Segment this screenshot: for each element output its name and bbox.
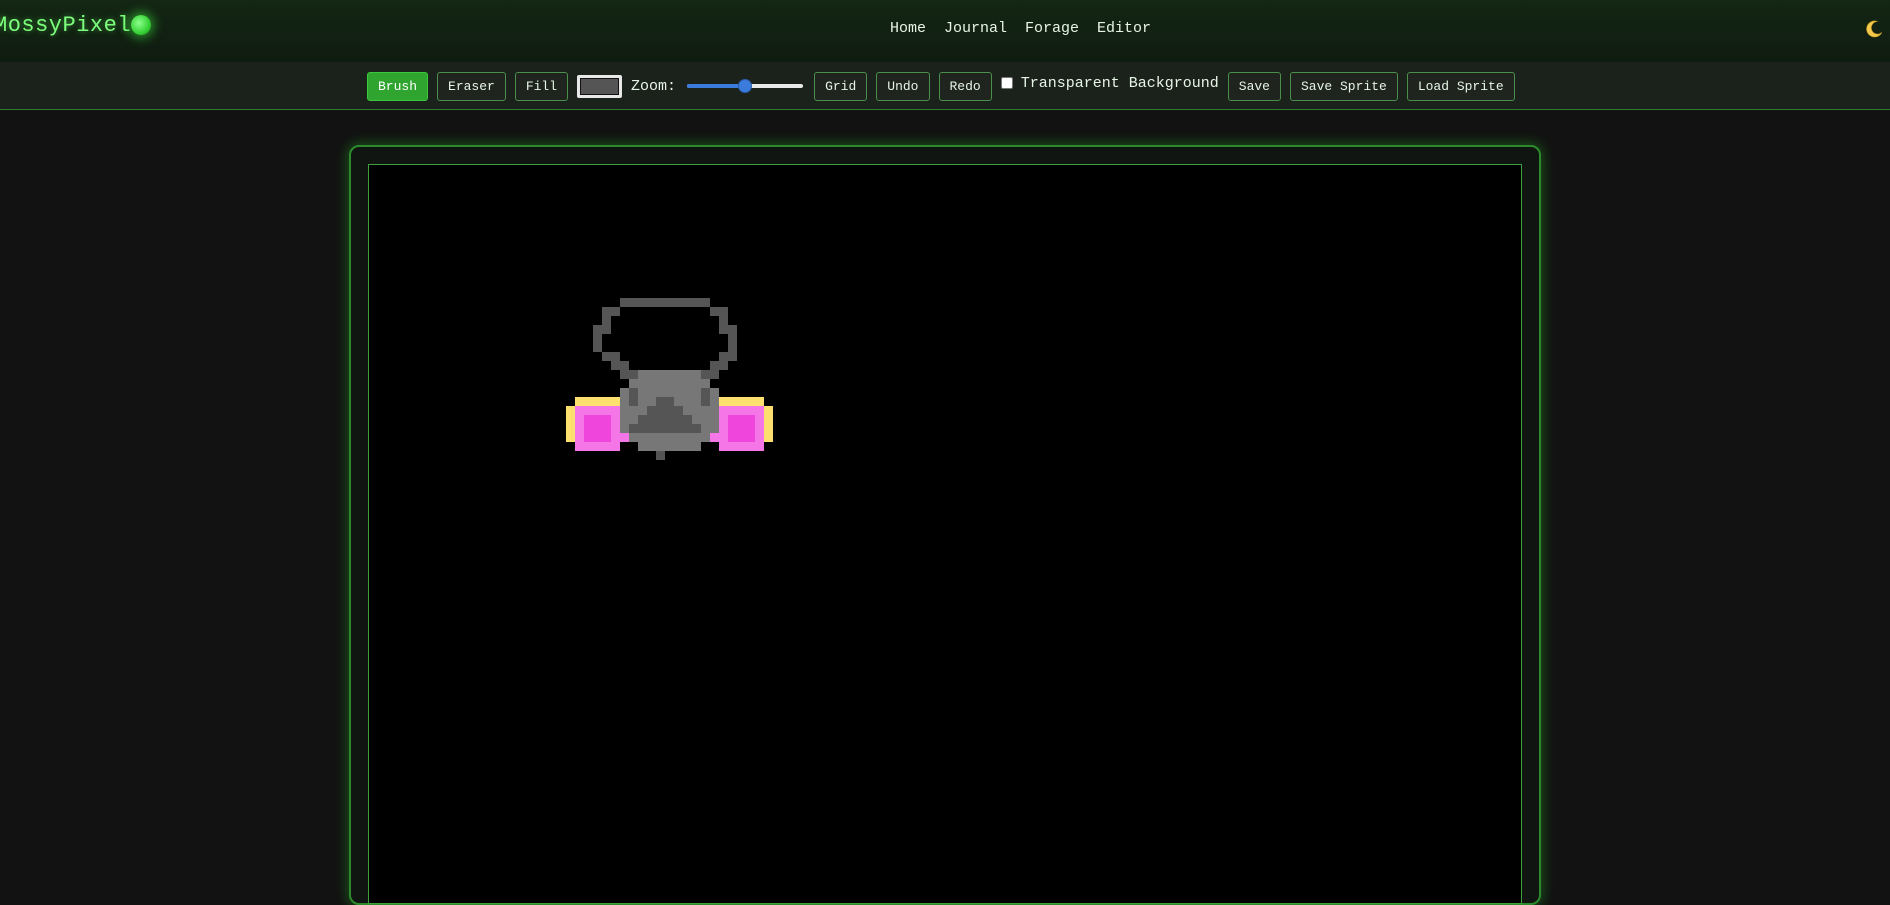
- sprite-pixel: [701, 388, 710, 406]
- app-logo[interactable]: MossyPixel: [0, 13, 131, 38]
- zoom-slider[interactable]: [687, 76, 804, 96]
- gas-mask-sprite: [566, 298, 773, 460]
- sprite-pixel: [719, 325, 737, 334]
- sprite-pixel: [620, 370, 638, 379]
- sprite-pixel: [710, 307, 728, 316]
- transparent-background-option[interactable]: Transparent Background: [1000, 74, 1219, 92]
- sprite-pixel: [710, 433, 719, 442]
- drawing-canvas[interactable]: [368, 164, 1522, 904]
- sprite-pixel: [620, 298, 710, 307]
- sprite-pixel: [764, 406, 773, 442]
- sprite-pixel: [602, 352, 620, 361]
- sprite-pixel: [620, 433, 629, 442]
- editor-toolbar: Brush Eraser Fill Zoom: Grid Undo Redo T…: [0, 62, 1890, 110]
- sprite-pixel: [602, 307, 620, 316]
- sprite-pixel: [647, 406, 683, 415]
- nav-forage-link[interactable]: Forage: [1025, 20, 1079, 37]
- sprite-pixel: [584, 415, 611, 442]
- sprite-pixel: [701, 370, 719, 379]
- sprite-pixel: [638, 415, 692, 424]
- sprite-pixel: [629, 379, 710, 388]
- brush-button[interactable]: Brush: [367, 71, 429, 101]
- sprite-pixel: [728, 334, 737, 352]
- nav-home-link[interactable]: Home: [890, 20, 926, 37]
- sprite-pixel: [728, 415, 755, 442]
- color-picker[interactable]: [577, 74, 623, 98]
- sprite-pixel: [719, 397, 764, 406]
- transparent-background-checkbox[interactable]: [1000, 77, 1013, 89]
- moon-icon[interactable]: [1864, 19, 1884, 39]
- sprite-pixel: [656, 397, 674, 406]
- sprite-pixel: [710, 361, 728, 370]
- sprite-pixel: [629, 424, 701, 433]
- main-nav: Home Journal Forage Editor: [890, 20, 1151, 37]
- sprite-pixel: [638, 442, 701, 451]
- sprite-pixel: [638, 370, 701, 379]
- save-sprite-button[interactable]: Save Sprite: [1289, 71, 1398, 101]
- sprite-pixel: [593, 325, 611, 334]
- save-button[interactable]: Save: [1227, 71, 1281, 101]
- sprite-pixel: [629, 388, 638, 406]
- sprite-pixel: [575, 397, 620, 406]
- eraser-button[interactable]: Eraser: [437, 71, 506, 101]
- zoom-label: Zoom:: [631, 77, 677, 95]
- sprite-pixel: [602, 316, 611, 325]
- grid-button[interactable]: Grid: [814, 71, 868, 101]
- nav-editor-link[interactable]: Editor: [1097, 20, 1151, 37]
- redo-button[interactable]: Redo: [938, 71, 992, 101]
- load-sprite-button[interactable]: Load Sprite: [1406, 71, 1515, 101]
- zoom-slider-thumb[interactable]: [738, 79, 753, 93]
- app-header: MossyPixel Home Journal Forage Editor: [0, 0, 1890, 63]
- transparent-background-label: Transparent Background: [1020, 74, 1219, 92]
- nav-journal-link[interactable]: Journal: [944, 20, 1007, 37]
- fill-button[interactable]: Fill: [514, 71, 569, 101]
- sprite-pixel: [656, 451, 665, 460]
- zoom-slider-fill: [687, 84, 746, 88]
- undo-button[interactable]: Undo: [876, 71, 930, 101]
- sprite-pixel: [611, 361, 629, 370]
- status-orb-icon: [131, 15, 151, 35]
- sprite-pixel: [719, 316, 728, 325]
- sprite-pixel: [566, 406, 575, 442]
- sprite-pixel: [593, 334, 602, 352]
- sprite-pixel: [719, 352, 737, 361]
